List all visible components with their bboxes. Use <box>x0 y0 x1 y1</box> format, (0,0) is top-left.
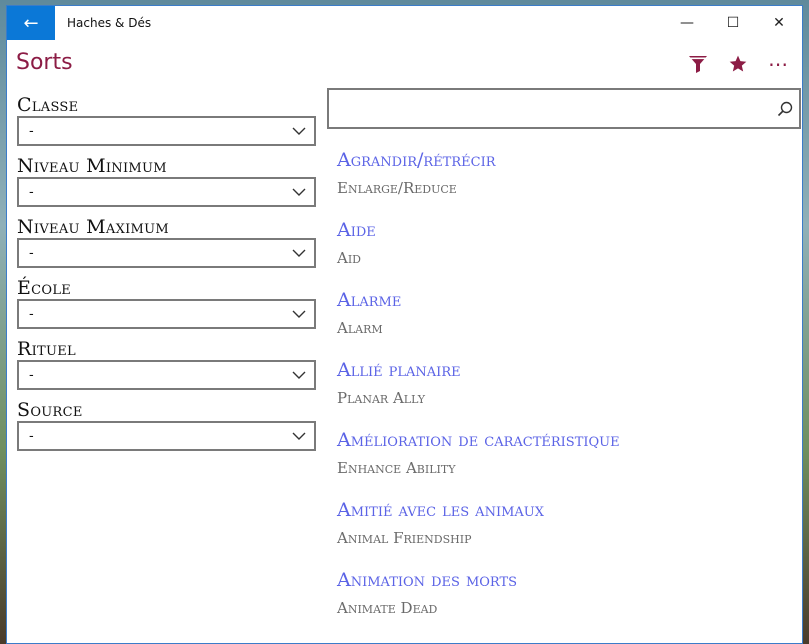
chevron-down-icon <box>292 188 306 196</box>
classe-select[interactable]: - <box>17 116 316 146</box>
minimize-button[interactable]: — <box>664 6 710 40</box>
spell-english-name: Enlarge/Reduce <box>337 179 457 197</box>
niveau-minimum-select[interactable]: - <box>17 177 316 207</box>
search-icon[interactable] <box>777 101 793 117</box>
select-value: - <box>29 306 34 322</box>
spell-name: Agrandir/rétrécir <box>337 149 496 171</box>
list-item[interactable]: Alarme Alarm <box>337 286 797 356</box>
select-value: - <box>29 123 34 139</box>
rituel-select[interactable]: - <box>17 360 316 390</box>
chevron-down-icon <box>292 371 306 379</box>
spell-name: Alarme <box>337 289 402 311</box>
list-item[interactable]: Amélioration de caractéristique Enhance … <box>337 426 797 496</box>
select-value: - <box>29 428 34 444</box>
niveau-maximum-select[interactable]: - <box>17 238 316 268</box>
chevron-down-icon <box>292 249 306 257</box>
minimize-icon: — <box>680 15 694 31</box>
close-icon: ✕ <box>773 15 785 31</box>
chevron-down-icon <box>292 432 306 440</box>
favorites-button[interactable] <box>718 50 758 78</box>
filter-button[interactable] <box>678 50 718 78</box>
chevron-down-icon <box>292 127 306 135</box>
spell-english-name: Alarm <box>337 319 383 337</box>
spell-list: Agrandir/rétrécir Enlarge/Reduce Aide Ai… <box>337 146 797 636</box>
spell-name: Amitié avec les animaux <box>337 499 544 521</box>
window-controls: — ☐ ✕ <box>664 6 802 40</box>
spell-english-name: Planar Ally <box>337 389 425 407</box>
spell-name: Aide <box>337 219 376 241</box>
list-item[interactable]: Allié planaire Planar Ally <box>337 356 797 426</box>
more-button[interactable]: ⋯ <box>758 50 798 78</box>
list-item[interactable]: Animation des morts Animate Dead <box>337 566 797 636</box>
page-title: Sorts <box>16 50 73 75</box>
spell-name: Amélioration de caractéristique <box>337 429 620 451</box>
filter-label-niveau-maximum: Niveau Maximum <box>17 216 170 238</box>
search-input[interactable] <box>329 90 777 127</box>
filter-label-niveau-minimum: Niveau Minimum <box>17 155 167 177</box>
spell-name: Animation des morts <box>337 569 518 591</box>
title-bar: ← Haches & Dés — ☐ ✕ <box>7 6 802 40</box>
close-button[interactable]: ✕ <box>756 6 802 40</box>
app-window: ← Haches & Dés — ☐ ✕ Sorts ⋯ Classe - Ni… <box>6 5 803 644</box>
back-button[interactable]: ← <box>7 6 55 40</box>
search-box[interactable] <box>327 88 801 129</box>
ecole-select[interactable]: - <box>17 299 316 329</box>
spell-name: Allié planaire <box>337 359 461 381</box>
list-item[interactable]: Aide Aid <box>337 216 797 286</box>
source-select[interactable]: - <box>17 421 316 451</box>
spell-english-name: Animal Friendship <box>337 529 472 547</box>
maximize-icon: ☐ <box>726 15 740 31</box>
filter-label-source: Source <box>17 399 83 421</box>
app-title: Haches & Dés <box>67 16 152 30</box>
filter-panel: Classe - Niveau Minimum - Niveau Maximum… <box>17 94 317 460</box>
select-value: - <box>29 367 34 383</box>
more-icon: ⋯ <box>768 52 788 76</box>
filter-label-classe: Classe <box>17 94 79 116</box>
funnel-icon <box>689 56 707 73</box>
filter-label-rituel: Rituel <box>17 338 76 360</box>
select-value: - <box>29 184 34 200</box>
command-bar: ⋯ <box>678 50 798 78</box>
back-arrow-icon: ← <box>23 12 39 34</box>
list-item[interactable]: Agrandir/rétrécir Enlarge/Reduce <box>337 146 797 216</box>
filter-label-ecole: École <box>17 277 72 299</box>
chevron-down-icon <box>292 310 306 318</box>
select-value: - <box>29 245 34 261</box>
spell-english-name: Aid <box>337 249 361 267</box>
maximize-button[interactable]: ☐ <box>710 6 756 40</box>
star-icon <box>729 55 747 72</box>
spell-english-name: Enhance Ability <box>337 459 456 477</box>
spell-english-name: Animate Dead <box>337 599 438 617</box>
list-item[interactable]: Amitié avec les animaux Animal Friendshi… <box>337 496 797 566</box>
